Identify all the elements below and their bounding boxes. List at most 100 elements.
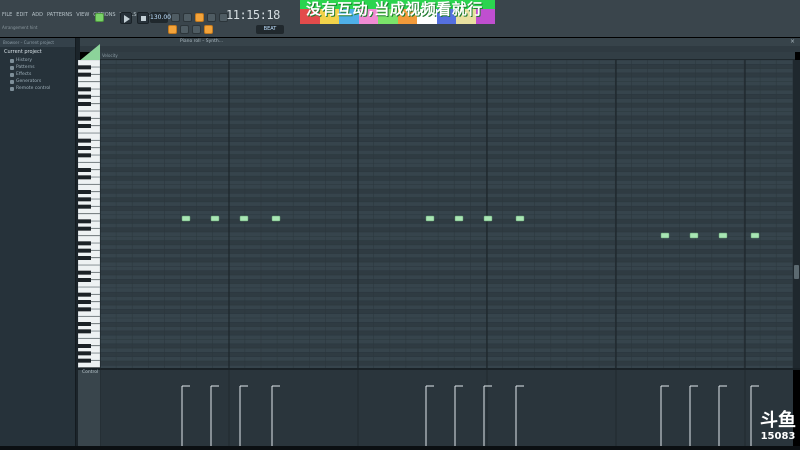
note [271,215,281,222]
remote-icon [10,86,14,91]
tool-buttons [171,13,228,22]
piano-roll-title: Piano roll – Synth... [180,39,224,44]
note [210,215,220,222]
black-key [78,256,91,260]
black-key [78,219,91,224]
bottom-edge [0,446,800,450]
browser-item-label: Remote control [16,86,51,91]
note [515,215,525,222]
black-key [78,72,91,77]
black-key [78,300,91,304]
black-key [78,248,91,253]
banner-text: 没有互动,当成视频看就行 [306,0,483,18]
black-key [78,65,91,70]
browser-item-remote-control[interactable]: Remote control [0,85,75,92]
pencil-icon[interactable] [168,25,177,34]
black-key [78,278,91,282]
browser-item-label: History [16,58,33,63]
browser-item-generators[interactable]: Generators [0,78,75,85]
note [454,215,464,222]
black-key [78,204,91,209]
black-key [78,146,91,150]
black-key [78,168,91,172]
menu-file[interactable]: FILE [2,12,12,18]
menu-view[interactable]: VIEW [76,12,89,18]
note [239,215,249,222]
note [425,215,435,222]
brush-icon[interactable] [180,25,189,34]
black-key [78,292,91,297]
piano-roll-titlebar[interactable]: Piano roll – Synth... × [80,38,800,46]
timeline-label: Velocity [102,53,118,58]
black-key [78,322,91,326]
douyu-watermark: 斗鱼 15083 [758,410,798,450]
slice-icon[interactable] [204,25,213,34]
lane-label: Control [82,370,99,375]
black-key [78,116,91,121]
generator-icon [10,79,14,84]
pattern-mode-button[interactable] [95,13,104,22]
stream-banner: 没有互动,当成视频看就行 [300,0,495,24]
velocity-lane[interactable] [100,370,793,448]
black-key [78,241,91,246]
note [689,232,699,239]
browser-folder-current-project[interactable]: Current project [0,47,75,57]
watermark-logo: 斗鱼 [760,410,796,431]
black-key [78,329,91,334]
black-key [78,307,91,312]
loop-icon[interactable] [207,13,216,22]
black-key [78,87,91,92]
effects-icon [10,72,14,77]
snap-tools [168,25,213,34]
black-key [78,138,91,143]
mute-icon[interactable] [192,25,201,34]
vertical-scrollbar[interactable] [793,60,800,368]
record-mode-icon[interactable] [195,13,204,22]
song-time: 11:15:18 [226,8,280,22]
timeline-ruler[interactable]: Velocity [100,52,795,60]
lane-header[interactable] [78,370,100,448]
black-key [78,197,91,202]
close-icon[interactable]: × [790,39,796,45]
black-key [78,102,91,106]
browser-item-label: Patterns [16,65,35,70]
note-grid[interactable] [100,60,793,368]
black-key [78,175,91,180]
piano-keyboard[interactable] [77,59,101,368]
snap-select[interactable]: BEAT [256,25,284,34]
wait-icon[interactable] [183,13,192,22]
hint-bar: Arrangement hint [2,25,38,30]
pattern-song-toggle[interactable] [95,13,104,22]
browser-tree: History Patterns Effects Generators Remote c… [0,57,75,92]
browser-item-effects[interactable]: Effects [0,71,75,78]
room-id: 15083 [760,431,796,442]
browser-item-history[interactable]: History [0,57,75,64]
pattern-icon [10,65,14,70]
menu-add[interactable]: ADD [32,12,43,18]
play-button[interactable] [120,12,132,24]
black-key [78,270,91,275]
note [750,232,760,239]
black-key [78,226,91,231]
note [660,232,670,239]
black-key [78,124,91,128]
browser-item-label: Generators [16,79,42,84]
black-key [78,358,91,363]
browser-header: Browser – Current project [0,38,75,47]
black-key [78,94,91,99]
note [483,215,493,222]
black-key [78,153,91,158]
metronome-icon[interactable] [171,13,180,22]
history-icon [10,58,14,63]
note [718,232,728,239]
scrollbar-thumb[interactable] [794,265,799,279]
menu-edit[interactable]: EDIT [16,12,28,18]
tempo-display[interactable]: 130.000 [150,12,175,23]
note [181,215,191,222]
stop-button[interactable] [137,12,149,24]
black-key [78,344,91,348]
browser-item-label: Effects [16,72,32,77]
browser-item-patterns[interactable]: Patterns [0,64,75,71]
menu-patterns[interactable]: PATTERNS [47,12,72,18]
black-key [78,351,91,356]
